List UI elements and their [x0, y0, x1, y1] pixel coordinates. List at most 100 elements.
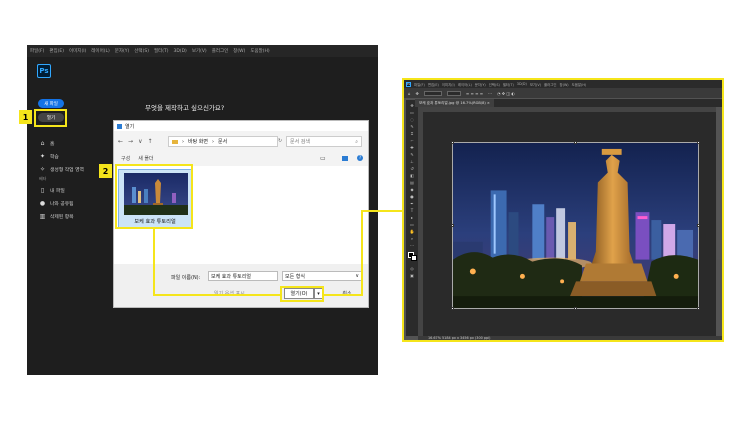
recent-dropdown-icon[interactable]: ∨ [138, 138, 142, 145]
connector-line [361, 210, 363, 296]
menu-item[interactable]: 선택(S) [489, 82, 500, 87]
lasso-tool-icon[interactable]: ◌ [409, 117, 415, 122]
history-brush-icon[interactable]: ↺ [409, 166, 415, 171]
photoshop-logo: Ps [37, 64, 51, 78]
sidebar-item-generative[interactable]: ✧ 생성형 작업 영역 [39, 166, 84, 173]
menu-item[interactable]: 문자(Y) [115, 48, 130, 54]
auto-select-dropdown[interactable] [423, 90, 442, 96]
more-tools-icon[interactable]: ··· [409, 243, 415, 248]
menu-item[interactable]: 편집(E) [428, 82, 439, 87]
transform-handle[interactable] [451, 224, 454, 227]
sidebar-item-label: 홈 [50, 142, 55, 147]
background-color-swatch[interactable] [411, 255, 417, 261]
document-tab[interactable]: 보케 효과 튜토리얼.jpg @ 16.7%(RGB/8) × [415, 99, 494, 107]
shape-tool-icon[interactable]: ▭ [409, 222, 415, 227]
menu-item[interactable]: 이미지(I) [69, 48, 86, 54]
menu-item[interactable]: 레이어(L) [458, 82, 472, 87]
sidebar-item-my-files[interactable]: ▯ 내 파일 [39, 187, 65, 194]
marquee-tool-icon[interactable]: ▭ [409, 110, 415, 115]
type-tool-icon[interactable]: T [409, 208, 415, 213]
menu-item[interactable]: 플러그인 [212, 48, 229, 54]
menu-item[interactable]: 3D(D) [174, 49, 187, 54]
new-file-button[interactable]: 새 파일 [38, 99, 64, 108]
menu-item[interactable]: 필터(T) [154, 48, 169, 54]
search-field[interactable]: 문서 검색 ⌕ [286, 136, 362, 147]
preview-pane-icon[interactable] [342, 155, 348, 161]
editor-menu-bar: Ps 파일(F) 편집(E) 이미지(I) 레이어(L) 문자(Y) 선택(S)… [404, 80, 722, 88]
address-bar[interactable]: › 바탕 화면 › 문서 [168, 136, 278, 147]
view-icon[interactable]: ▭ [320, 155, 326, 162]
beta-label: 베타 [39, 176, 46, 182]
align-icon[interactable]: ≡ ≡ ≡ ≡ [466, 91, 483, 96]
blur-tool-icon[interactable]: ◆ [409, 187, 415, 192]
back-arrow-icon[interactable]: ← [118, 138, 123, 145]
menu-item[interactable]: 레이어(L) [91, 48, 109, 54]
move-tool-icon[interactable]: ✥ [416, 91, 419, 96]
menu-item[interactable]: 도움말(H) [250, 48, 269, 54]
forward-arrow-icon[interactable]: → [128, 138, 133, 145]
menu-item[interactable]: 선택(S) [134, 48, 149, 54]
connector-line [324, 294, 362, 296]
beta-text: 베타 [39, 176, 47, 181]
ps-app-icon: Ps [406, 81, 411, 87]
transform-handle[interactable] [451, 307, 454, 310]
menu-item[interactable]: 편집(E) [49, 48, 64, 54]
sidebar-item-home[interactable]: ⌂ 홈 [39, 140, 55, 147]
transform-handle[interactable] [697, 141, 700, 144]
screen-mode-icon[interactable]: ▣ [409, 273, 415, 278]
quick-mask-icon[interactable]: ◎ [409, 266, 415, 271]
healing-tool-icon[interactable]: ✚ [409, 145, 415, 150]
menu-item[interactable]: 창(W) [233, 48, 245, 54]
hand-tool-icon[interactable]: ✋ [409, 229, 415, 234]
vertical-scrollbar[interactable] [717, 180, 721, 260]
dialog-titlebar: 열기 [114, 121, 368, 131]
path-segment[interactable]: 바탕 화면 [188, 138, 208, 145]
transform-handle[interactable] [574, 141, 577, 144]
menu-item[interactable]: 문자(Y) [475, 82, 486, 87]
menu-item[interactable]: 창(W) [560, 82, 569, 87]
sidebar-item-learn[interactable]: ✦ 학습 [39, 153, 59, 160]
path-separator: › [182, 138, 184, 145]
filetype-select[interactable]: 모든 형식 ∨ [282, 271, 362, 281]
stamp-tool-icon[interactable]: ⊥ [409, 159, 415, 164]
filetype-value: 모든 형식 [285, 273, 305, 280]
menu-item[interactable]: 파일(F) [414, 82, 425, 87]
menu-item[interactable]: 3D(D) [517, 82, 527, 86]
home-icon[interactable]: ⌂ [408, 91, 411, 96]
transform-handle[interactable] [697, 224, 700, 227]
path-segment[interactable]: 문서 [218, 138, 227, 145]
pen-tool-icon[interactable]: ✒ [409, 201, 415, 206]
crop-tool-icon[interactable]: ⌗ [409, 131, 415, 136]
menu-item[interactable]: 보기(V) [192, 48, 207, 54]
menu-item[interactable]: 이미지(I) [442, 82, 455, 87]
refresh-icon[interactable]: ↻ [278, 138, 282, 144]
menu-item[interactable]: 플러그인 [544, 82, 556, 87]
eraser-tool-icon[interactable]: ◧ [409, 173, 415, 178]
zoom-tool-icon[interactable]: ⌕ [409, 236, 415, 241]
quick-select-tool-icon[interactable]: ✎ [409, 124, 415, 129]
tools-panel: ✥ ▭ ◌ ✎ ⌗ ⌐ ✚ ✎ ⊥ ↺ ◧ ▤ ◆ ● ✒ T ▸ ▭ ✋ ⌕ … [406, 100, 418, 336]
new-folder-button[interactable]: 새 폴더 [138, 155, 153, 162]
sidebar-item-deleted[interactable]: ▥ 삭제된 항목 [39, 213, 74, 220]
3d-mode-icon[interactable]: ◔ ✥ ◫ ◐ [497, 91, 515, 96]
eyedropper-tool-icon[interactable]: ⌐ [409, 138, 415, 143]
sidebar-item-shared[interactable]: ● 나와 공유됨 [39, 200, 74, 207]
transform-handle[interactable] [574, 307, 577, 310]
up-arrow-icon[interactable]: ↑ [147, 138, 152, 145]
path-select-icon[interactable]: ▸ [409, 215, 415, 220]
document-image[interactable] [452, 142, 699, 309]
menu-item[interactable]: 필터(T) [503, 82, 514, 87]
menu-item[interactable]: 파일(F) [30, 48, 44, 54]
brush-tool-icon[interactable]: ✎ [409, 152, 415, 157]
transform-handle[interactable] [697, 307, 700, 310]
gradient-tool-icon[interactable]: ▤ [409, 180, 415, 185]
menu-item[interactable]: 보기(V) [530, 82, 541, 87]
more-icon[interactable]: ··· [488, 91, 492, 96]
layer-dropdown[interactable] [446, 90, 461, 96]
dodge-tool-icon[interactable]: ● [409, 194, 415, 199]
transform-handle[interactable] [451, 141, 454, 144]
menu-item[interactable]: 도움말(H) [572, 82, 587, 87]
organize-button[interactable]: 구성 [121, 155, 130, 162]
help-icon[interactable]: ? [357, 155, 363, 161]
filename-input[interactable]: 보케 효과 튜토리얼 [208, 271, 278, 281]
